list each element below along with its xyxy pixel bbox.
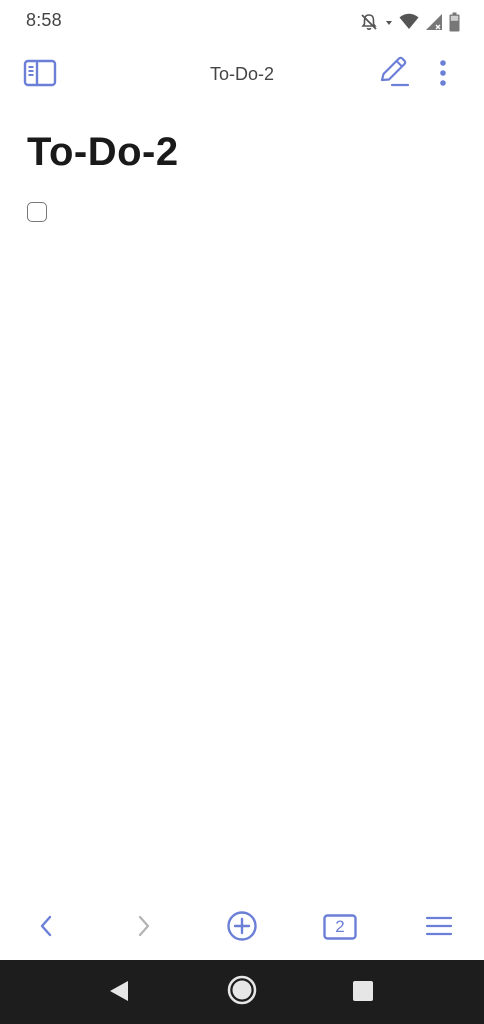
home-circle-icon — [226, 974, 258, 1011]
signal-icon — [425, 13, 443, 31]
new-note-button[interactable] — [224, 909, 260, 947]
note-title[interactable]: To-Do-2 — [27, 128, 179, 176]
tabs-icon: 2 — [323, 914, 357, 940]
todo-checkbox[interactable] — [27, 202, 47, 222]
system-home-button[interactable] — [224, 974, 260, 1010]
chevron-right-icon — [137, 915, 151, 942]
tab-count: 2 — [335, 917, 345, 936]
small-arrow-icon — [385, 12, 393, 32]
recents-square-icon — [352, 980, 374, 1007]
chevron-left-icon — [39, 915, 53, 942]
plus-circle-icon — [226, 910, 258, 947]
more-options-button[interactable] — [428, 58, 458, 92]
back-triangle-icon — [108, 979, 130, 1008]
system-recents-button[interactable] — [348, 978, 378, 1008]
tabs-button[interactable]: 2 — [322, 912, 358, 942]
status-time: 8:58 — [26, 10, 62, 30]
edit-button[interactable] — [374, 56, 412, 92]
screen: 8:58 To-Do-2 To-Do-2 2 — [0, 0, 484, 1024]
bottom-toolbar: 2 — [0, 900, 484, 958]
bell-off-icon — [359, 12, 379, 32]
battery-icon — [449, 12, 460, 32]
status-icons — [359, 10, 460, 34]
pencil-edit-icon — [376, 56, 410, 93]
more-vertical-icon — [439, 59, 447, 92]
menu-button[interactable] — [422, 910, 456, 946]
wifi-icon — [399, 13, 419, 31]
system-nav-bar — [0, 960, 484, 1024]
forward-button[interactable] — [128, 910, 160, 946]
hamburger-menu-icon — [425, 915, 453, 942]
system-back-button[interactable] — [104, 978, 134, 1008]
status-bar: 8:58 — [0, 0, 484, 44]
back-button[interactable] — [30, 910, 62, 946]
app-bar: To-Do-2 — [0, 44, 484, 106]
